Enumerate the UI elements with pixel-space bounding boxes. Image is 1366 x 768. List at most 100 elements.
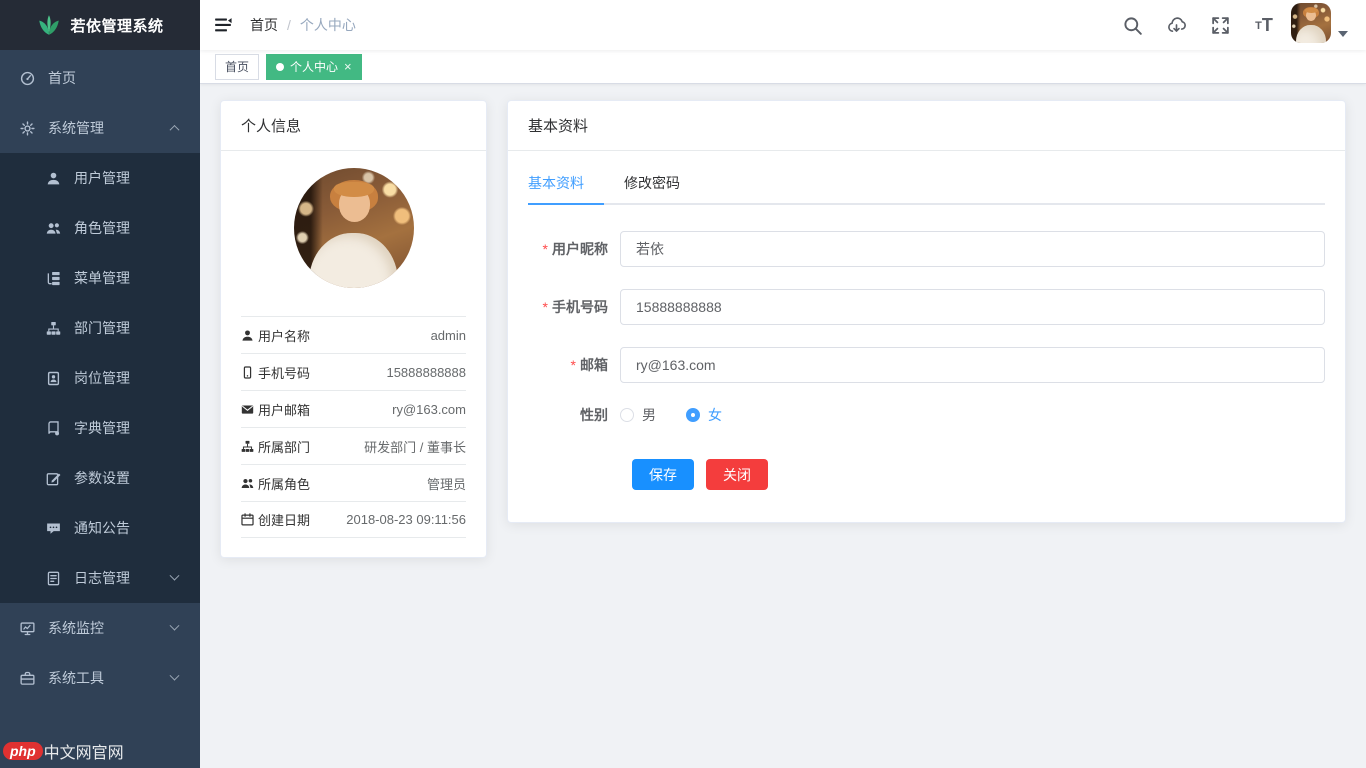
caret-down-icon[interactable]: [1338, 31, 1348, 37]
basic-info-card: 基本资料 基本资料 修改密码 *用户昵称 *手机号码 *: [507, 100, 1346, 523]
breadcrumb-current: 个人中心: [300, 15, 356, 35]
profile-avatar: [294, 168, 414, 288]
email-field[interactable]: [620, 347, 1325, 383]
profile-row-phone: 手机号码 15888888888: [241, 353, 466, 390]
main-content: 个人信息 用户名称 admin: [200, 85, 1366, 768]
tree-table-icon: [46, 271, 61, 286]
profile-card: 个人信息 用户名称 admin: [220, 100, 487, 558]
app-logo[interactable]: 若依管理系统: [0, 0, 200, 50]
sidebar: 若依管理系统 首页 系统管理: [0, 0, 200, 768]
system-manage-submenu: 用户管理 角色管理 菜单管理: [0, 153, 200, 603]
tab-basic-info[interactable]: 基本资料: [528, 163, 604, 203]
profile-row-email: 用户邮箱 ry@163.com: [241, 390, 466, 427]
monitor-icon: [20, 621, 35, 636]
users-icon: [46, 221, 61, 236]
close-icon[interactable]: ×: [344, 60, 352, 73]
watermark-logo: php: [3, 742, 43, 760]
dashboard-icon: [20, 71, 35, 86]
form-row-email: *邮箱: [528, 347, 1325, 383]
profile-row-role: 所属角色 管理员: [241, 464, 466, 501]
gender-label: 性别: [528, 405, 620, 425]
form-actions: 保存 关闭: [528, 459, 1325, 490]
avatar[interactable]: [1291, 3, 1331, 43]
sidebar-menu: 首页 系统管理 用户管理: [0, 50, 200, 703]
tab-change-password[interactable]: 修改密码: [604, 163, 700, 203]
sidebar-item-home[interactable]: 首页: [0, 53, 200, 103]
sitemap-icon: [241, 440, 254, 453]
badge-icon: [46, 371, 61, 386]
email-label: *邮箱: [528, 355, 620, 375]
tag-home[interactable]: 首页: [215, 54, 259, 80]
font-size-icon[interactable]: TT: [1247, 16, 1281, 34]
email-icon: [241, 403, 254, 416]
phone-label: *手机号码: [528, 297, 620, 317]
save-button[interactable]: 保存: [632, 459, 694, 490]
chevron-down-icon: [170, 670, 180, 680]
form-row-phone: *手机号码: [528, 289, 1325, 325]
breadcrumb-home[interactable]: 首页: [250, 15, 278, 35]
gender-radio-male[interactable]: 男: [620, 405, 656, 425]
sitemap-icon: [46, 321, 61, 336]
calendar-icon: [241, 513, 254, 526]
dictionary-icon: [46, 421, 61, 436]
chevron-down-icon: [170, 570, 180, 580]
watermark-text: 中文网官网: [44, 739, 124, 763]
close-button[interactable]: 关闭: [706, 459, 768, 490]
profile-row-username: 用户名称 admin: [241, 316, 466, 353]
log-icon: [46, 571, 61, 586]
basic-info-card-title: 基本资料: [508, 101, 1345, 151]
radio-checked-icon[interactable]: [686, 408, 700, 422]
chevron-up-icon: [170, 124, 180, 134]
form-tabs: 基本资料 修改密码: [528, 163, 1325, 205]
breadcrumb-separator: /: [287, 17, 291, 33]
form-row-nickname: *用户昵称: [528, 231, 1325, 267]
sidebar-item-role-manage[interactable]: 角色管理: [0, 203, 200, 253]
gender-radio-female[interactable]: 女: [686, 405, 722, 425]
nickname-label: *用户昵称: [528, 239, 620, 259]
message-icon: [46, 521, 61, 536]
user-icon: [241, 329, 254, 342]
profile-row-created: 创建日期 2018-08-23 09:11:56: [241, 501, 466, 538]
tags-view-bar: 首页 个人中心 ×: [200, 50, 1366, 84]
phone-field[interactable]: [620, 289, 1325, 325]
form-row-gender: 性别 男 女: [528, 405, 1325, 425]
top-navbar: 首页 / 个人中心 T: [200, 0, 1366, 50]
sidebar-item-notice[interactable]: 通知公告: [0, 503, 200, 553]
profile-card-title: 个人信息: [221, 101, 486, 151]
user-icon: [46, 171, 61, 186]
sidebar-item-system-manage[interactable]: 系统管理: [0, 103, 200, 153]
toolbox-icon: [20, 671, 35, 686]
tag-profile-active[interactable]: 个人中心 ×: [266, 54, 362, 80]
users-icon: [241, 477, 254, 490]
sidebar-item-user-manage[interactable]: 用户管理: [0, 153, 200, 203]
profile-row-dept: 所属部门 研发部门 / 董事长: [241, 427, 466, 464]
chevron-down-icon: [170, 620, 180, 630]
watermark: php 中文网官网: [3, 739, 124, 763]
sidebar-item-system-tools[interactable]: 系统工具: [0, 653, 200, 703]
mobile-icon: [241, 366, 254, 379]
gear-icon: [20, 121, 35, 136]
breadcrumb: 首页 / 个人中心: [250, 15, 356, 35]
sidebar-item-menu-manage[interactable]: 菜单管理: [0, 253, 200, 303]
app-title: 若依管理系统: [70, 15, 163, 36]
logo-leaf-icon: [36, 12, 62, 38]
fullscreen-icon[interactable]: [1203, 0, 1237, 50]
sidebar-item-param-settings[interactable]: 参数设置: [0, 453, 200, 503]
sidebar-item-dept-manage[interactable]: 部门管理: [0, 303, 200, 353]
navbar-actions: TT: [1115, 0, 1366, 50]
nickname-field[interactable]: [620, 231, 1325, 267]
active-dot-icon: [276, 63, 284, 71]
app-root: 若依管理系统 首页 系统管理: [0, 0, 1366, 768]
user-menu[interactable]: [1291, 3, 1348, 47]
radio-unchecked-icon[interactable]: [620, 408, 634, 422]
search-icon[interactable]: [1115, 0, 1149, 50]
hamburger-icon[interactable]: [206, 0, 240, 50]
edit-icon: [46, 471, 61, 486]
basic-info-form: *用户昵称 *手机号码 *邮箱 性别: [528, 231, 1325, 490]
profile-field-list: 用户名称 admin 手机号码 15888888888: [241, 316, 466, 538]
sidebar-item-post-manage[interactable]: 岗位管理: [0, 353, 200, 403]
sidebar-item-system-monitor[interactable]: 系统监控: [0, 603, 200, 653]
cloud-download-icon[interactable]: [1159, 0, 1193, 50]
sidebar-item-log-manage[interactable]: 日志管理: [0, 553, 200, 603]
sidebar-item-dict-manage[interactable]: 字典管理: [0, 403, 200, 453]
